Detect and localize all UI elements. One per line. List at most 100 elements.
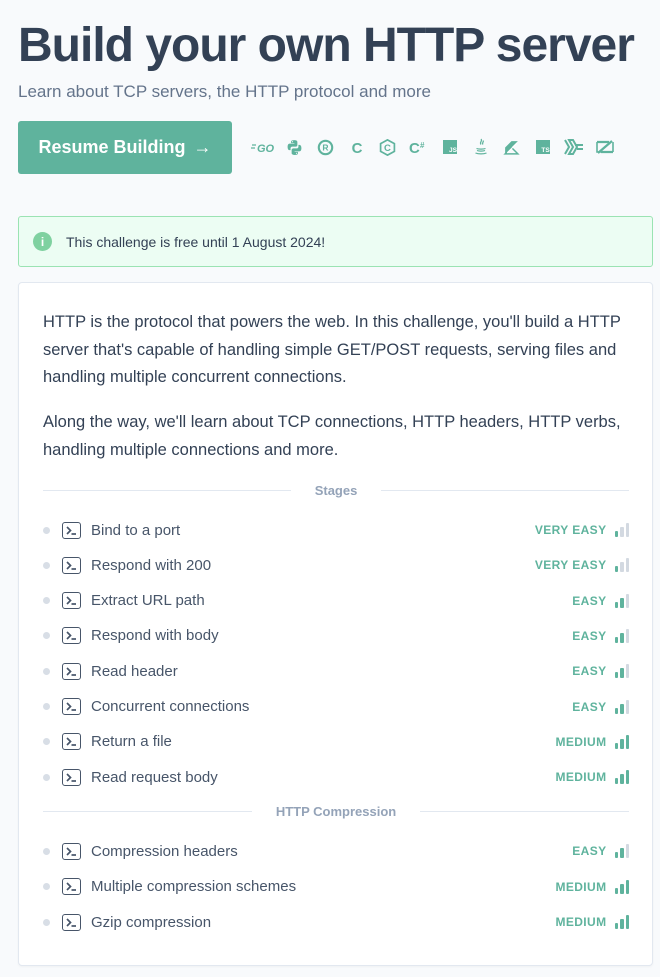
stage-row[interactable]: Return a file MEDIUM — [43, 730, 629, 754]
stage-row[interactable]: Concurrent connections EASY — [43, 695, 629, 719]
difficulty-bar — [614, 852, 618, 859]
stage-row[interactable]: Gzip compression MEDIUM — [43, 910, 629, 934]
svg-text:C: C — [384, 143, 391, 154]
difficulty-bar — [620, 562, 624, 573]
page-title: Build your own HTTP server — [18, 19, 635, 72]
difficulty-label: VERY EASY — [534, 523, 607, 537]
difficulty-label: MEDIUM — [555, 915, 607, 929]
svg-text:JS: JS — [449, 147, 458, 154]
language-typescript-icon[interactable]: TS — [527, 136, 558, 158]
language-cpp-icon[interactable]: C — [372, 136, 403, 158]
terminal-icon — [62, 592, 81, 610]
difficulty-bars-icon — [614, 628, 629, 643]
difficulty-bar — [620, 883, 624, 894]
section-heading-label: HTTP Compression — [275, 803, 397, 819]
language-haskell-icon[interactable] — [558, 136, 589, 158]
difficulty-label: EASY — [572, 664, 607, 679]
difficulty-bar — [620, 919, 624, 929]
language-kotlin-icon[interactable] — [496, 136, 527, 158]
difficulty-label: MEDIUM — [555, 770, 607, 785]
difficulty-label: MEDIUM — [555, 734, 607, 749]
language-c-icon[interactable]: C — [341, 136, 372, 158]
terminal-icon — [62, 521, 81, 539]
stage-name: Respond with body — [91, 627, 219, 645]
section-heading: Stages — [43, 482, 630, 498]
difficulty-bar — [614, 923, 618, 929]
difficulty-bars-icon — [614, 734, 629, 749]
difficulty-bars-icon — [614, 844, 629, 859]
stage-name: Respond with 200 — [91, 556, 212, 574]
difficulty-label: EASY — [572, 593, 607, 608]
terminal-icon — [62, 768, 81, 786]
stage-row[interactable]: Read header EASY — [43, 659, 629, 683]
difficulty-bar — [625, 879, 629, 894]
language-python-icon[interactable] — [279, 136, 310, 158]
difficulty-bar — [614, 707, 618, 714]
stage-row[interactable]: Compression headers EASY — [43, 839, 629, 863]
language-go-icon[interactable]: GO — [248, 136, 279, 158]
terminal-icon — [62, 878, 81, 896]
language-java-icon[interactable] — [465, 136, 496, 158]
info-icon: i — [33, 232, 52, 251]
difficulty-bar — [614, 601, 618, 608]
difficulty-bars-icon — [614, 664, 629, 679]
stage-name: Gzip compression — [91, 913, 212, 931]
difficulty-bar — [620, 527, 624, 537]
stage-status-dot — [43, 597, 50, 605]
difficulty-bar — [614, 566, 618, 573]
difficulty-bars-icon — [614, 523, 629, 537]
difficulty-bars-icon — [614, 558, 629, 573]
difficulty-bar — [625, 664, 629, 679]
stage-status-dot — [43, 667, 50, 675]
stage-row[interactable]: Respond with body EASY — [43, 624, 629, 648]
stage-row[interactable]: Bind to a port VERY EASY — [43, 518, 629, 542]
section-heading: HTTP Compression — [43, 803, 630, 819]
stage-name: Extract URL path — [91, 592, 205, 610]
resume-building-button[interactable]: Resume Building → — [18, 121, 232, 174]
difficulty-bar — [625, 699, 629, 714]
language-javascript-icon[interactable]: JS — [434, 136, 465, 158]
stage-name: Multiple compression schemes — [91, 878, 297, 896]
difficulty-bars-icon — [614, 879, 629, 894]
divider-line — [43, 810, 252, 812]
stage-row[interactable]: Respond with 200 VERY EASY — [43, 553, 629, 577]
difficulty-bar — [620, 632, 624, 643]
terminal-icon — [62, 842, 81, 860]
section-heading-label: Stages — [314, 482, 358, 498]
terminal-icon — [62, 698, 81, 715]
difficulty-bar — [614, 672, 618, 679]
terminal-icon — [62, 662, 81, 680]
free-challenge-notice: i This challenge is free until 1 August … — [18, 216, 653, 267]
language-zig-icon[interactable] — [589, 136, 620, 158]
difficulty-bar — [614, 887, 618, 894]
difficulty-label: EASY — [572, 628, 607, 643]
description-paragraph-1: HTTP is the protocol that powers the web… — [43, 313, 621, 386]
difficulty-bar — [625, 734, 629, 749]
divider-line — [381, 489, 630, 491]
difficulty-bar — [620, 703, 624, 714]
stage-status-dot — [43, 883, 50, 891]
stage-status-dot — [43, 526, 50, 534]
difficulty-bar — [625, 593, 629, 608]
svg-text:GO: GO — [257, 143, 275, 154]
difficulty-bar — [625, 770, 629, 785]
stage-row[interactable]: Extract URL path EASY — [43, 589, 629, 613]
resume-building-label: Resume Building — [38, 137, 186, 157]
divider-line — [420, 810, 630, 812]
page-subtitle: Learn about TCP servers, the HTTP protoc… — [18, 82, 431, 101]
language-csharp-icon[interactable]: C # — [403, 136, 434, 158]
difficulty-label: EASY — [572, 844, 607, 859]
svg-text:C: C — [409, 140, 420, 156]
difficulty-bar — [614, 636, 618, 643]
challenge-card: HTTP is the protocol that powers the web… — [18, 282, 653, 966]
stage-row[interactable]: Multiple compression schemes MEDIUM — [43, 875, 629, 899]
svg-text:#: # — [420, 141, 425, 150]
stage-row[interactable]: Read request body MEDIUM — [43, 765, 629, 789]
difficulty-label: MEDIUM — [555, 879, 607, 894]
terminal-icon — [62, 913, 81, 931]
difficulty-bars-icon — [614, 699, 629, 714]
language-rust-icon[interactable]: R — [310, 136, 341, 158]
arrow-right-icon: → — [193, 137, 212, 157]
terminal-icon — [62, 556, 81, 574]
difficulty-bar — [620, 848, 624, 859]
